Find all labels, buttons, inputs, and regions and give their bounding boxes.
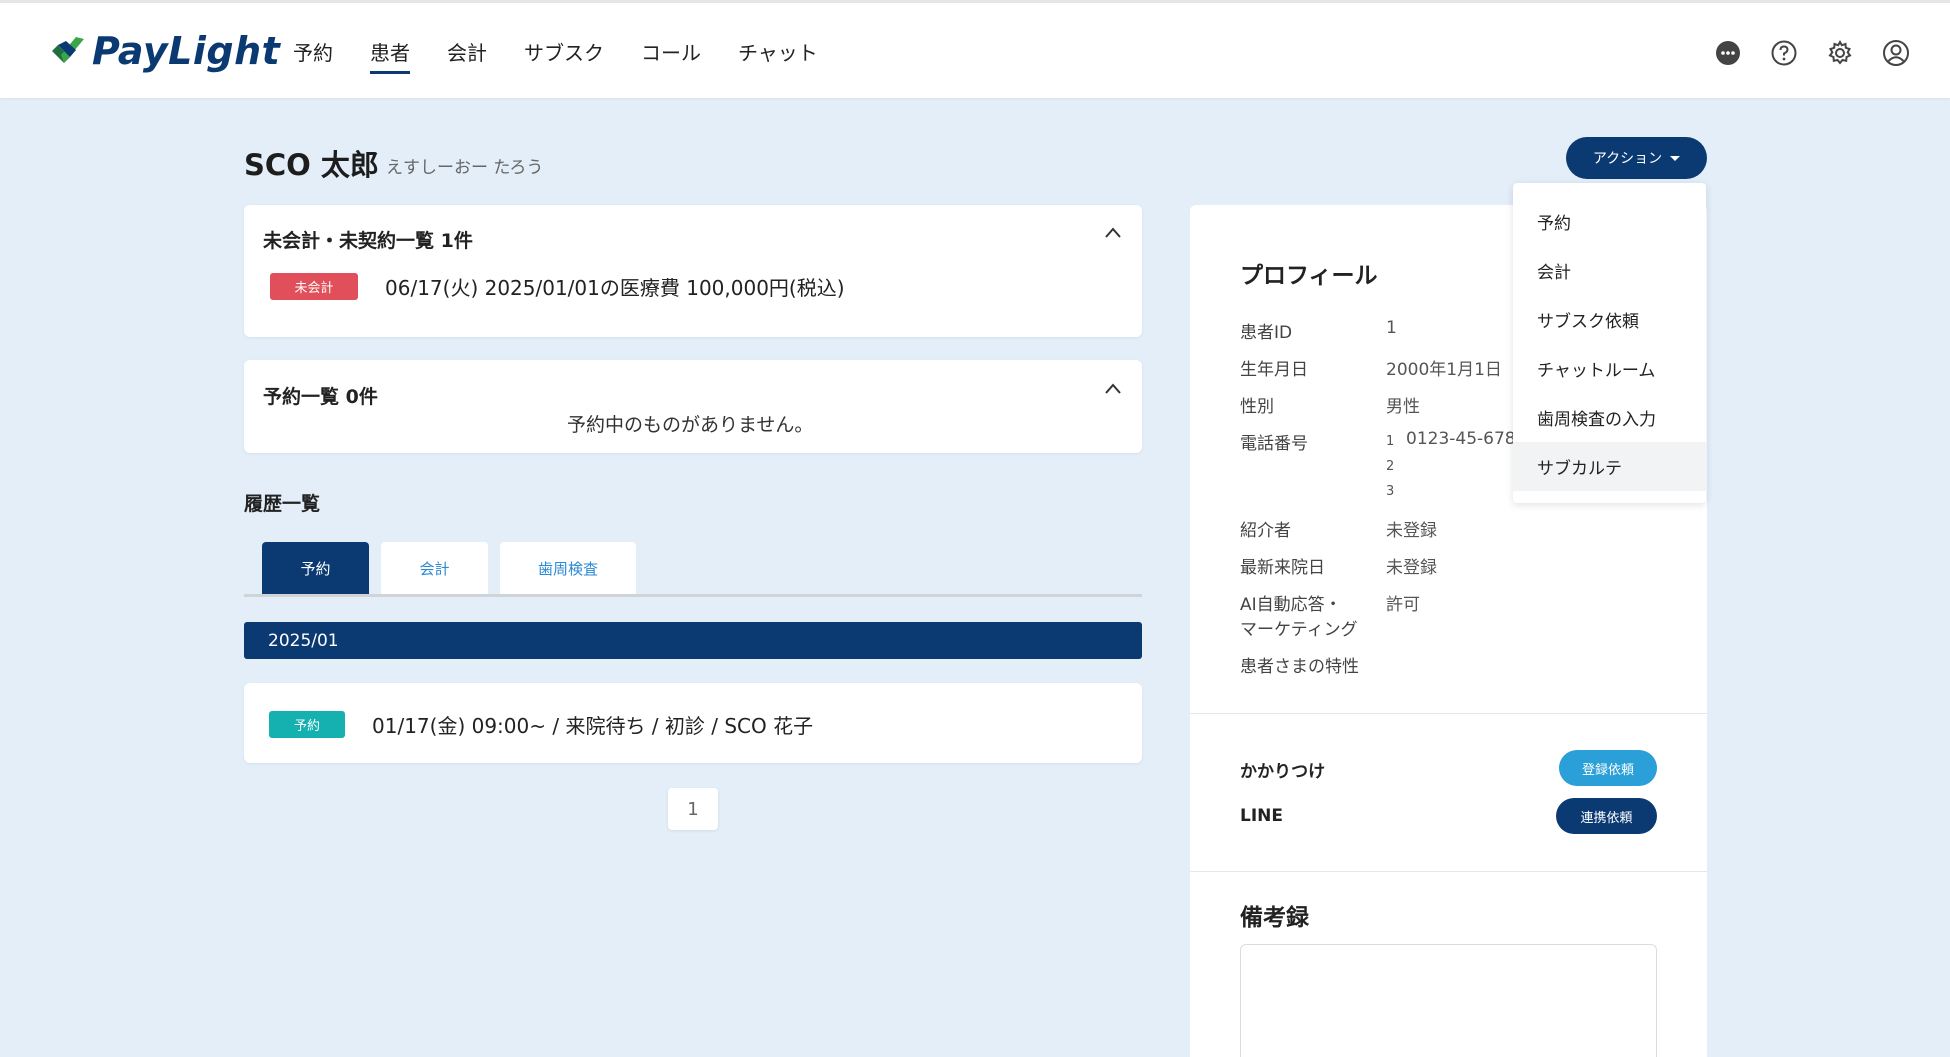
tab-periodontal[interactable]: 歯周検査 bbox=[500, 542, 636, 594]
history-title: 履歴一覧 bbox=[244, 493, 321, 515]
header-icons bbox=[1714, 39, 1910, 67]
tab-underline bbox=[244, 594, 1142, 597]
nav-accounting[interactable]: 会計 bbox=[447, 37, 487, 74]
unpaid-title: 未会計・未契約一覧 1件 bbox=[263, 230, 473, 252]
menu-item-accounting[interactable]: 会計 bbox=[1513, 246, 1706, 295]
paylight-logo[interactable]: PayLight bbox=[48, 29, 280, 73]
unpaid-item[interactable]: 06/17(火) 2025/01/01の医療費 100,000円(税込) bbox=[385, 272, 845, 301]
line-link-request-button[interactable]: 連携依頼 bbox=[1556, 798, 1657, 834]
memo-title: 備考録 bbox=[1240, 905, 1309, 931]
phone-index-3: 3 bbox=[1386, 484, 1395, 499]
unpaid-card bbox=[244, 205, 1142, 337]
action-dropdown-menu: 予約 会計 サブスク依頼 チャットルーム 歯周検査の入力 サブカルテ bbox=[1513, 183, 1706, 503]
history-tabs: 予約 会計 歯周検査 bbox=[262, 542, 636, 594]
patient-id-value: 1 bbox=[1386, 318, 1397, 338]
menu-item-chat-room[interactable]: チャットルーム bbox=[1513, 344, 1706, 393]
line-label: LINE bbox=[1240, 806, 1283, 826]
gear-icon[interactable] bbox=[1826, 39, 1854, 67]
tab-reservation[interactable]: 予約 bbox=[262, 542, 369, 594]
nav-subscription[interactable]: サブスク bbox=[524, 37, 604, 74]
history-item-text[interactable]: 01/17(金) 09:00~ / 来院待ち / 初診 / SCO 花子 bbox=[372, 710, 813, 739]
gender-value: 男性 bbox=[1386, 397, 1420, 417]
referrer-label: 紹介者 bbox=[1240, 521, 1291, 541]
patient-name: SCO 太郎 bbox=[244, 148, 379, 182]
reservation-empty-message: 予約中のものがありません。 bbox=[567, 414, 814, 436]
chat-bubble-icon[interactable] bbox=[1714, 39, 1742, 67]
last-visit-label: 最新来院日 bbox=[1240, 558, 1325, 578]
kakaritsuke-label: かかりつけ bbox=[1240, 762, 1326, 782]
last-visit-value: 未登録 bbox=[1386, 558, 1437, 578]
ai-value: 許可 bbox=[1386, 595, 1420, 615]
profile-title: プロフィール bbox=[1240, 263, 1378, 289]
phone-label: 電話番号 bbox=[1240, 434, 1308, 454]
phone-value-1: 0123-45-6789 bbox=[1406, 429, 1527, 449]
birthday-label: 生年月日 bbox=[1240, 360, 1308, 380]
phone-index-1: 1 bbox=[1386, 434, 1395, 449]
top-header: PayLight 予約 患者 会計 サブスク コール チャット bbox=[0, 0, 1950, 98]
traits-label: 患者さまの特性 bbox=[1240, 657, 1359, 677]
patient-id-label: 患者ID bbox=[1240, 323, 1293, 343]
menu-item-subscription-request[interactable]: サブスク依頼 bbox=[1513, 295, 1706, 344]
referrer-value: 未登録 bbox=[1386, 521, 1437, 541]
nav-patient[interactable]: 患者 bbox=[370, 37, 410, 74]
paylight-logo-mark-icon bbox=[52, 37, 84, 63]
collapse-unpaid-chevron-up-icon[interactable] bbox=[1104, 224, 1122, 242]
history-item-badge: 予約 bbox=[269, 711, 345, 738]
menu-item-periodontal-input[interactable]: 歯周検査の入力 bbox=[1513, 393, 1706, 442]
pagination-page-1[interactable]: 1 bbox=[668, 788, 718, 830]
menu-item-sub-chart[interactable]: サブカルテ bbox=[1513, 442, 1706, 491]
user-account-icon[interactable] bbox=[1882, 39, 1910, 67]
ai-label-line2: マーケティング bbox=[1240, 620, 1358, 640]
register-request-button[interactable]: 登録依頼 bbox=[1559, 750, 1657, 786]
menu-item-reservation[interactable]: 予約 bbox=[1513, 197, 1706, 246]
reservation-card bbox=[244, 360, 1142, 453]
reservation-title: 予約一覧 0件 bbox=[263, 386, 378, 408]
nav-reservation[interactable]: 予約 bbox=[293, 37, 333, 74]
action-button[interactable]: アクション bbox=[1566, 137, 1707, 179]
unpaid-badge: 未会計 bbox=[270, 273, 358, 300]
divider bbox=[1190, 871, 1707, 872]
birthday-value: 2000年1月1日 bbox=[1386, 360, 1502, 380]
ai-label-line1: AI自動応答・ bbox=[1240, 595, 1342, 615]
phone-index-2: 2 bbox=[1386, 459, 1395, 474]
help-icon[interactable] bbox=[1770, 39, 1798, 67]
caret-down-icon bbox=[1670, 155, 1681, 161]
divider bbox=[1190, 713, 1707, 714]
nav-call[interactable]: コール bbox=[641, 37, 701, 74]
patient-kana: えすしーおー たろう bbox=[386, 158, 544, 178]
nav-chat[interactable]: チャット bbox=[738, 37, 818, 74]
collapse-reservation-chevron-up-icon[interactable] bbox=[1104, 380, 1122, 398]
action-button-label: アクション bbox=[1592, 151, 1663, 167]
gender-label: 性別 bbox=[1240, 397, 1274, 417]
tab-accounting[interactable]: 会計 bbox=[381, 542, 488, 594]
logo-text: PayLight bbox=[92, 29, 281, 73]
main-nav: 予約 患者 会計 サブスク コール チャット bbox=[293, 37, 855, 74]
memo-textarea[interactable] bbox=[1240, 944, 1657, 1057]
month-header: 2025/01 bbox=[244, 622, 1142, 659]
